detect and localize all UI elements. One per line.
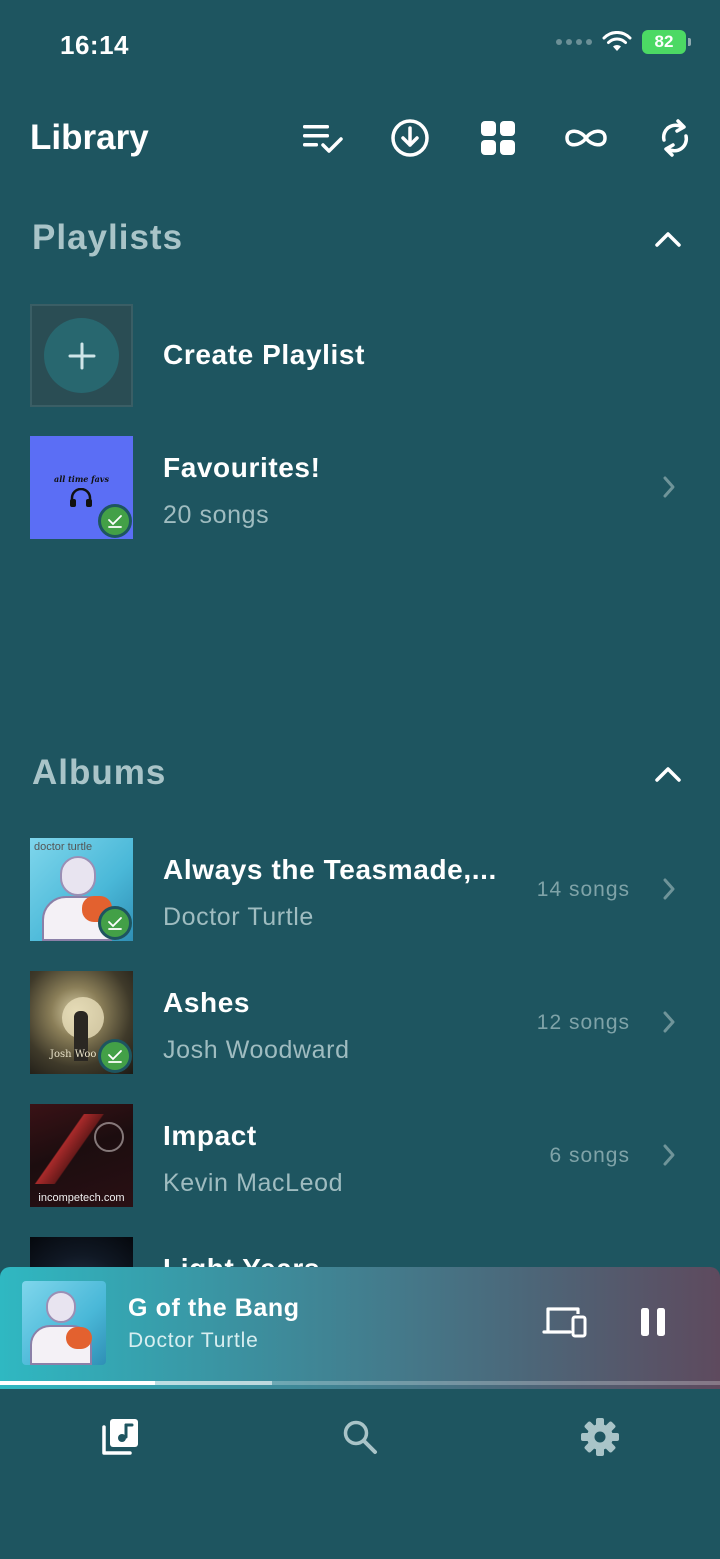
playlist-check-icon[interactable] bbox=[298, 114, 346, 162]
collapse-playlists-chevron-up-icon[interactable] bbox=[648, 219, 688, 259]
settings-icon[interactable] bbox=[577, 1414, 623, 1460]
pause-button[interactable] bbox=[636, 1305, 672, 1343]
cast-devices-icon[interactable] bbox=[542, 1305, 588, 1343]
infinity-icon[interactable] bbox=[562, 114, 610, 162]
now-playing-title: G of the Bang bbox=[128, 1294, 300, 1322]
albums-section-title: Albums bbox=[32, 753, 167, 792]
album-title: Impact bbox=[163, 1120, 257, 1151]
progress-fill bbox=[0, 1381, 155, 1385]
now-playing-art bbox=[22, 1281, 106, 1365]
album-title: Ashes bbox=[163, 987, 251, 1018]
album-song-count: 14 songs bbox=[536, 878, 630, 901]
library-icon[interactable] bbox=[97, 1414, 143, 1460]
download-circle-icon[interactable] bbox=[386, 114, 434, 162]
collapse-albums-chevron-up-icon[interactable] bbox=[648, 754, 688, 794]
status-time: 16:14 bbox=[60, 30, 129, 60]
plus-icon bbox=[44, 318, 119, 393]
chevron-right-icon bbox=[656, 874, 682, 904]
chevron-right-icon bbox=[656, 1140, 682, 1170]
album-song-count: 12 songs bbox=[536, 1011, 630, 1034]
playlists-section-title: Playlists bbox=[32, 218, 184, 257]
playlist-title: Favourites! bbox=[163, 452, 321, 483]
album-song-count: 6 songs bbox=[549, 1144, 630, 1167]
album-art-caption: incompetech.com bbox=[38, 1192, 125, 1204]
status-indicators: 82 bbox=[556, 30, 691, 54]
headphones-icon bbox=[70, 488, 92, 507]
album-title: Always the Teasmade,... bbox=[163, 854, 497, 885]
playlist-song-count: 20 songs bbox=[163, 501, 270, 529]
album-artist: Kevin MacLeod bbox=[163, 1169, 344, 1197]
playlist-row-favourites[interactable]: all time favs Favourites! 20 songs bbox=[0, 434, 720, 544]
album-art-caption: doctor turtle bbox=[34, 841, 93, 853]
downloaded-check-icon bbox=[98, 1039, 132, 1073]
chevron-right-icon bbox=[656, 1007, 682, 1037]
album-artist: Josh Woodward bbox=[163, 1036, 350, 1064]
chevron-right-icon bbox=[656, 472, 682, 502]
create-playlist-tile bbox=[30, 304, 133, 407]
create-playlist-row[interactable]: Create Playlist bbox=[0, 300, 720, 410]
downloaded-check-icon bbox=[98, 906, 132, 940]
cellular-signal-icon bbox=[556, 39, 592, 45]
page-title: Library bbox=[30, 118, 149, 157]
downloaded-check-icon bbox=[98, 504, 132, 538]
now-playing-artist: Doctor Turtle bbox=[128, 1329, 259, 1352]
grid-icon[interactable] bbox=[474, 114, 522, 162]
album-row[interactable]: Josh Woo Ashes Josh Woodward 12 songs bbox=[0, 969, 720, 1079]
now-playing-bar[interactable]: G of the Bang Doctor Turtle bbox=[0, 1267, 720, 1389]
album-art-caption: Josh Woo bbox=[50, 1049, 97, 1060]
playlist-art-caption: all time favs bbox=[54, 474, 109, 484]
sync-icon[interactable] bbox=[651, 114, 699, 162]
battery-icon: 82 bbox=[642, 30, 691, 54]
battery-level: 82 bbox=[654, 32, 674, 51]
album-row[interactable]: incompetech.com Impact Kevin MacLeod 6 s… bbox=[0, 1102, 720, 1212]
create-playlist-label: Create Playlist bbox=[163, 339, 365, 370]
search-icon[interactable] bbox=[337, 1414, 383, 1460]
album-row[interactable]: doctor turtle Always the Teasmade,... Do… bbox=[0, 836, 720, 946]
album-artist: Doctor Turtle bbox=[163, 903, 314, 931]
wifi-icon bbox=[602, 31, 632, 51]
album-art: incompetech.com bbox=[30, 1104, 133, 1207]
